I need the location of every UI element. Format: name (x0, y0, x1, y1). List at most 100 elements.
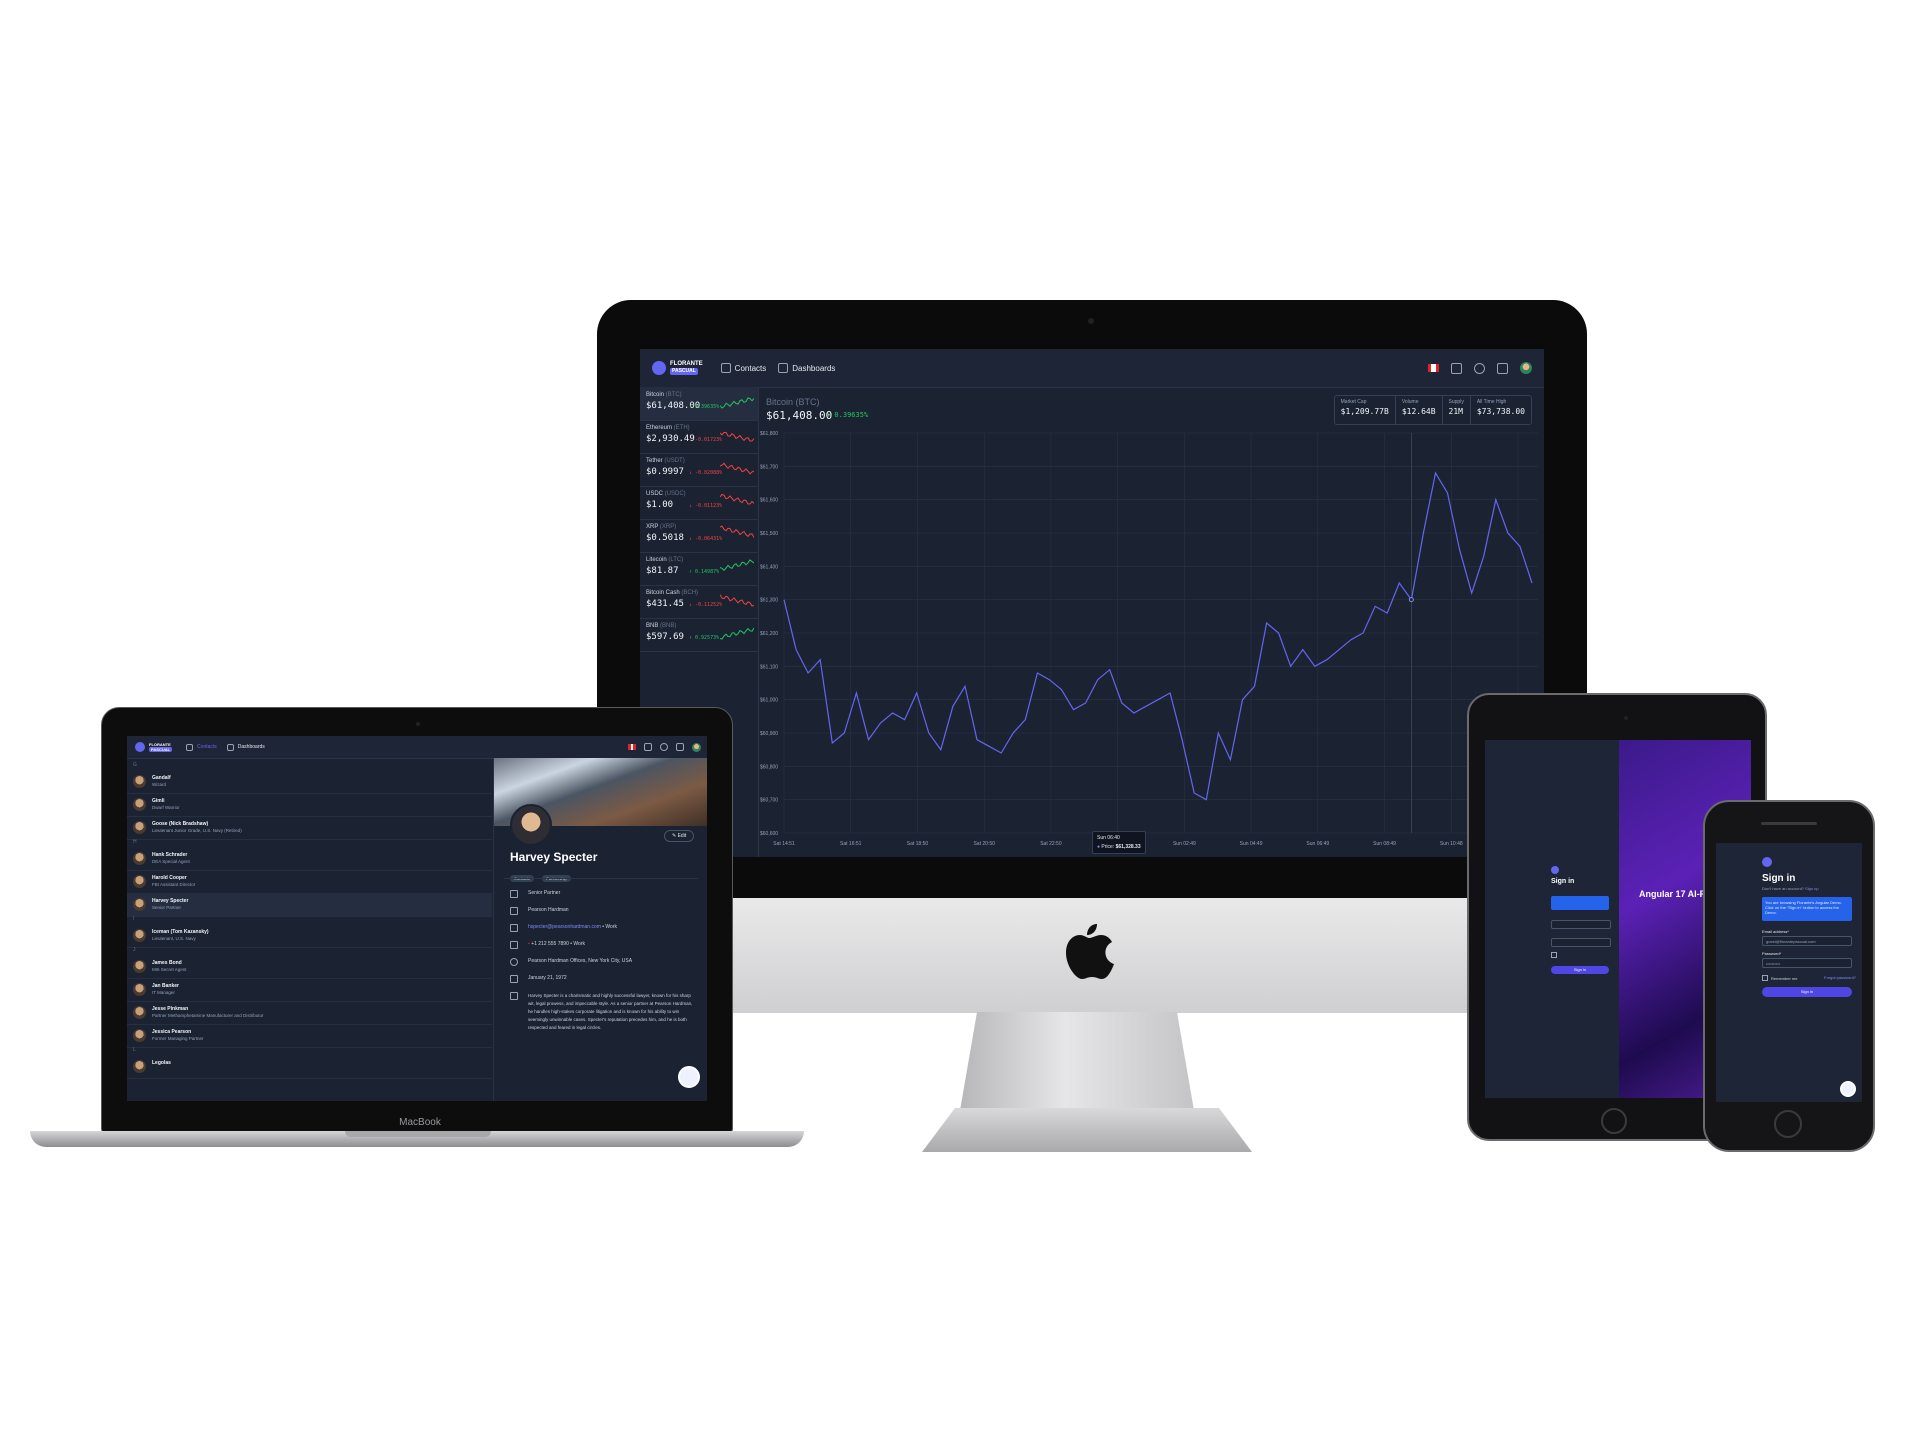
brand-logo[interactable] (135, 742, 145, 752)
avatar (133, 1060, 146, 1073)
iphone-speaker (1761, 822, 1817, 825)
y-tick-label: $60,600 (760, 831, 778, 837)
fullscreen-icon[interactable] (1451, 362, 1462, 374)
signin-panel: Sign in Sign in (1485, 740, 1619, 1098)
coin-item[interactable]: Litecoin (LTC) $81.87 ↑ 0.14987% (640, 552, 758, 586)
contact-row-title: DEA Special Agent (152, 859, 190, 864)
coin-change: ↓ -0.01123% (689, 503, 723, 509)
contact-row[interactable]: Jessica Pearson Former Managing Partner (127, 1024, 492, 1048)
remember-checkbox[interactable] (1551, 952, 1557, 958)
remember-checkbox[interactable] (1762, 975, 1768, 981)
sparkline-line (720, 493, 754, 505)
selected-coin-change: ↑ 0.39635% (826, 411, 869, 419)
contact-row[interactable]: Gandalf Wizard (127, 770, 492, 794)
signin-button[interactable]: Sign in (1762, 987, 1852, 997)
nav-contacts[interactable]: Contacts (720, 363, 766, 373)
contact-row[interactable]: Hank Schrader DEA Special Agent (127, 847, 492, 871)
forgot-password-link[interactable]: Forgot password? (1824, 975, 1856, 980)
iphone-home-button[interactable] (1774, 1110, 1802, 1138)
brand-name: FLORANTE PASCUAL (670, 361, 703, 375)
coin-change: ↓ -0.02088% (689, 470, 723, 476)
location-pin-icon (510, 958, 518, 966)
nav-dashboards[interactable]: Dashboards (226, 743, 265, 751)
coin-price: $0.5018 (646, 533, 684, 543)
contact-row[interactable]: Jesse Pinkman Partner Methamphetamine Man… (127, 1001, 492, 1025)
notes-icon (510, 992, 518, 1000)
coin-item[interactable]: Tether (USDT) $0.9997 ↓ -0.02088% (640, 453, 758, 487)
coin-item[interactable]: Bitcoin Cash (BCH) $431.45 ↓ -0.11252% (640, 585, 758, 619)
contact-row[interactable]: Harold Cooper FBI Assistant Director (127, 870, 492, 894)
x-tick-label: Sun 06:49 (1306, 841, 1329, 847)
brand-logo[interactable] (652, 361, 666, 375)
fullscreen-icon[interactable] (644, 743, 652, 751)
coin-item[interactable]: USDC (USDC) $1.00 ↓ -0.01123% (640, 486, 758, 520)
coin-item[interactable]: XRP (XRP) $0.5018 ↓ -0.06431% (640, 519, 758, 553)
macbook-label: MacBook (399, 1117, 441, 1128)
nav-dashboards[interactable]: Dashboards (778, 363, 835, 373)
password-field[interactable]: •••••••••• (1762, 958, 1852, 968)
detail-bio: Harvey Specter is a charismatic and high… (510, 992, 698, 1032)
apps-icon[interactable] (676, 743, 684, 751)
avatar (133, 798, 146, 811)
camera (1088, 318, 1094, 324)
signup-prompt: Don't have an account? Sign up (1762, 886, 1819, 891)
user-avatar[interactable] (692, 742, 701, 752)
price-series-line (783, 471, 1533, 801)
email-field[interactable]: guest@florantepascual.com (1762, 936, 1852, 946)
x-tick-label: Sun 04:49 (1240, 841, 1263, 847)
sparkline (720, 627, 754, 640)
coin-price: $431.45 (646, 599, 684, 609)
assistant-fab[interactable] (1840, 1081, 1856, 1097)
contact-row-name: Jesse Pinkman (152, 1006, 189, 1012)
coin-price: $0.9997 (646, 467, 684, 477)
contact-row[interactable]: Goose (Nick Bradshaw) Lieutenant Junior G… (127, 816, 492, 840)
stat-cell: All Time High $73,738.00 (1469, 396, 1531, 424)
signup-link[interactable]: Sign up (1805, 886, 1819, 891)
contact-row-title: Partner Methamphetamine Manufacturer and… (152, 1013, 264, 1018)
language-flag-icon[interactable] (628, 744, 636, 750)
sparkline (720, 397, 754, 409)
x-tick-label: Sat 20:50 (973, 841, 995, 847)
coin-item[interactable]: Bitcoin (BTC) $61,408.00 ↑ 0.39635% (640, 387, 758, 421)
signin-button[interactable]: Sign in (1551, 966, 1609, 974)
contact-row[interactable]: Iceman (Tom Kazansky) Lieutenant, U.S. Na… (127, 924, 492, 948)
apps-icon[interactable] (1497, 362, 1508, 374)
contact-row[interactable]: Jan Banker IT Manager (127, 978, 492, 1002)
coin-name: Ethereum (ETH) (646, 425, 690, 431)
contact-row-name: James Bond (152, 960, 182, 966)
contact-row[interactable]: Gimli Dwarf Warrior (127, 793, 492, 817)
x-tick-label: Sat 22:50 (1040, 841, 1062, 847)
contact-row-name: Harold Cooper (152, 875, 187, 881)
coin-item[interactable]: BNB (BNB) $597.69 ↑ 0.92573% (640, 618, 758, 652)
sparkline (720, 431, 754, 442)
ipad-home-button[interactable] (1601, 1108, 1627, 1134)
password-field[interactable] (1551, 938, 1611, 947)
user-avatar[interactable] (1520, 362, 1532, 374)
group-letter: H (133, 839, 137, 845)
contact-row[interactable]: Harvey Specter Senior Partner (127, 893, 492, 917)
detail-email[interactable]: hspecter@pearsonhardman.com • Work (510, 924, 617, 932)
y-tick-label: $60,800 (760, 764, 778, 770)
y-tick-label: $61,400 (760, 564, 778, 570)
search-icon[interactable] (660, 743, 668, 751)
detail-phone[interactable]: ▪ +1 212 555 7890 • Work (510, 941, 585, 949)
info-box (1551, 896, 1609, 910)
signin-title: Sign in (1551, 878, 1575, 885)
price-chart[interactable]: $61,800 $61,700 $61,600 $61,500 $61,400 $61,3… (758, 429, 1544, 857)
coin-item[interactable]: Ethereum (ETH) $2,930.49 ↓ -0.01723% (640, 420, 758, 454)
nav-contacts[interactable]: Contacts (186, 743, 217, 751)
search-icon[interactable] (1474, 362, 1485, 374)
brand-logo (1762, 857, 1772, 867)
x-tick-label: Sat 14:51 (773, 841, 795, 847)
selected-coin-name: Bitcoin (BTC) (766, 397, 820, 407)
edit-button[interactable]: ✎ Edit (664, 830, 695, 842)
contact-row[interactable]: Legolas (127, 1055, 492, 1079)
email-field[interactable] (1551, 920, 1611, 929)
contact-row[interactable]: James Bond MI6 Secret Agent (127, 955, 492, 979)
detail-birthday: January 21, 1972 (510, 975, 567, 983)
x-tick-label: Sun 02:49 (1173, 841, 1196, 847)
coin-change: ↑ 0.39635% (689, 404, 720, 410)
remember-me[interactable]: Remember me (1762, 975, 1797, 981)
assistant-fab[interactable] (678, 1066, 700, 1088)
language-flag-icon[interactable] (1428, 364, 1439, 372)
